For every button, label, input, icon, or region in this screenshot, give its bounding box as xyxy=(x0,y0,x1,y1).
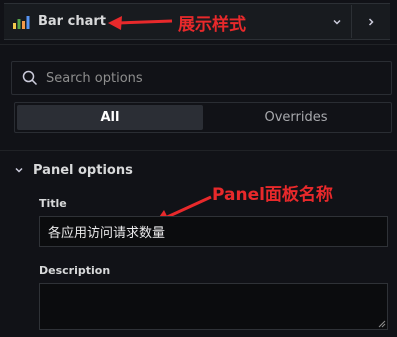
annotation-arrow-viz xyxy=(108,16,173,30)
chevron-down-icon xyxy=(333,19,341,25)
search-input[interactable] xyxy=(44,69,368,87)
description-label: Description xyxy=(39,264,111,277)
resize-handle-icon[interactable] xyxy=(378,320,386,328)
header-divider xyxy=(0,44,397,45)
visualization-name: Bar chart xyxy=(38,14,106,29)
options-tabs: All Overrides xyxy=(14,102,392,133)
chevron-down-icon xyxy=(15,167,23,173)
section-divider xyxy=(0,150,397,151)
visualization-dropdown-toggle[interactable] xyxy=(323,5,351,38)
title-label: Title xyxy=(39,197,67,210)
description-textarea[interactable] xyxy=(39,283,388,330)
visualization-next-button[interactable] xyxy=(351,5,390,38)
search-box[interactable] xyxy=(11,61,392,95)
annotation-viz-type: 展示样式 xyxy=(178,15,246,35)
bar-chart-icon xyxy=(13,15,30,29)
chevron-right-icon xyxy=(368,17,374,26)
annotation-panel-title: Panel面板名称 xyxy=(212,185,333,205)
search-icon xyxy=(22,70,38,86)
title-input[interactable] xyxy=(39,216,388,247)
panel-options-section-header[interactable]: Panel options xyxy=(13,160,133,180)
section-label: Panel options xyxy=(33,162,133,178)
tab-all[interactable]: All xyxy=(17,105,203,130)
tab-overrides[interactable]: Overrides xyxy=(203,105,389,130)
description-wrapper xyxy=(39,283,388,330)
